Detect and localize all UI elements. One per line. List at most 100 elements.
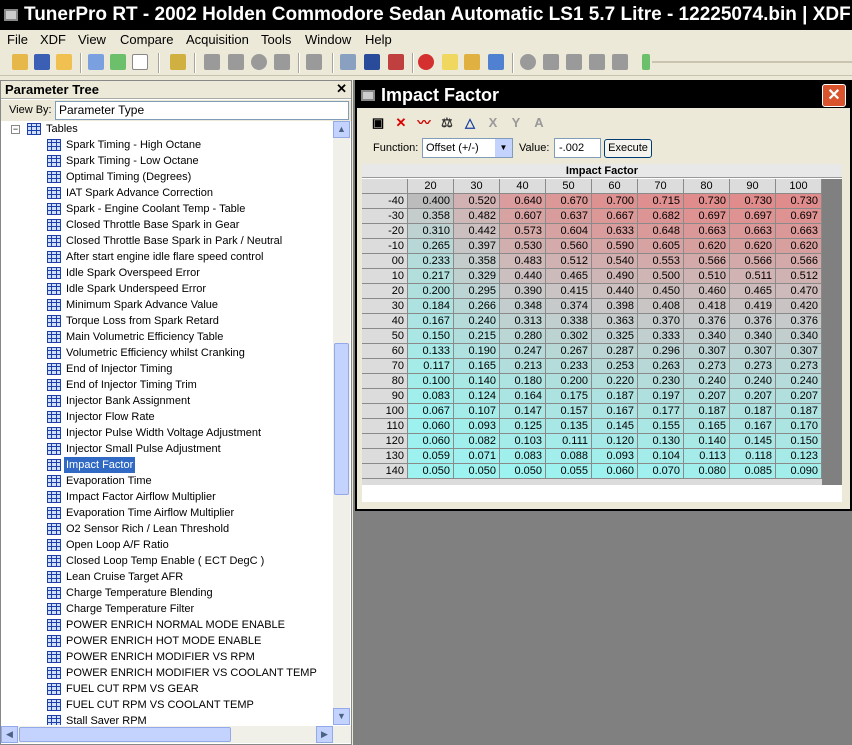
- table-cell[interactable]: 0.177: [638, 404, 684, 419]
- tree-root-tables[interactable]: − Tables: [3, 121, 323, 137]
- tree-item[interactable]: Lean Cruise Target AFR: [3, 569, 323, 585]
- table-cell[interactable]: 0.240: [730, 374, 776, 389]
- tree-item[interactable]: Evaporation Time: [3, 473, 323, 489]
- table-cell[interactable]: 0.329: [454, 269, 500, 284]
- table-cell[interactable]: 0.540: [592, 254, 638, 269]
- table-cell[interactable]: 0.450: [638, 284, 684, 299]
- tree-item[interactable]: Idle Spark Underspeed Error: [3, 281, 323, 297]
- table-cell[interactable]: 0.566: [776, 254, 822, 269]
- table-cell[interactable]: 0.697: [730, 209, 776, 224]
- table-cell[interactable]: 0.067: [408, 404, 454, 419]
- table-cell[interactable]: 0.482: [454, 209, 500, 224]
- table-cell[interactable]: 0.220: [592, 374, 638, 389]
- table-cell[interactable]: 0.080: [684, 464, 730, 479]
- copy-icon[interactable]: [274, 54, 290, 70]
- table-cell[interactable]: 0.663: [776, 224, 822, 239]
- save-icon[interactable]: [34, 54, 50, 70]
- table-cell[interactable]: 0.050: [500, 464, 546, 479]
- table-cell[interactable]: 0.325: [592, 329, 638, 344]
- table-cell[interactable]: 0.060: [408, 434, 454, 449]
- cancel-icon[interactable]: ✕: [393, 115, 409, 131]
- table-cell[interactable]: 0.358: [408, 209, 454, 224]
- table-cell[interactable]: 0.566: [730, 254, 776, 269]
- tree-item[interactable]: After start engine idle flare speed cont…: [3, 249, 323, 265]
- close-icon[interactable]: ✕: [336, 82, 347, 95]
- table-cell[interactable]: 0.376: [730, 314, 776, 329]
- table-cell[interactable]: 0.697: [684, 209, 730, 224]
- table-cell[interactable]: 0.157: [546, 404, 592, 419]
- table-cell[interactable]: 0.313: [500, 314, 546, 329]
- down-arrow-icon[interactable]: [228, 54, 244, 70]
- table-cell[interactable]: 0.520: [454, 194, 500, 209]
- table-cell[interactable]: 0.296: [638, 344, 684, 359]
- table-cell[interactable]: 0.165: [454, 359, 500, 374]
- table-cell[interactable]: 0.376: [684, 314, 730, 329]
- menu-acquisition[interactable]: Acquisition: [186, 32, 249, 47]
- tree-item[interactable]: Closed Throttle Base Spark in Park / Neu…: [3, 233, 323, 249]
- play-icon[interactable]: [543, 54, 559, 70]
- table-cell[interactable]: 0.490: [592, 269, 638, 284]
- table-cell[interactable]: 0.400: [408, 194, 454, 209]
- menu-view[interactable]: View: [78, 32, 106, 47]
- table-cell[interactable]: 0.085: [730, 464, 776, 479]
- table-cell[interactable]: 0.363: [592, 314, 638, 329]
- table-cell[interactable]: 0.060: [592, 464, 638, 479]
- table-cell[interactable]: 0.055: [546, 464, 592, 479]
- table-cell[interactable]: 0.217: [408, 269, 454, 284]
- scroll-down-icon[interactable]: ▼: [333, 708, 350, 725]
- open-icon[interactable]: [12, 54, 28, 70]
- table-cell[interactable]: 0.418: [684, 299, 730, 314]
- table-cell[interactable]: 0.266: [454, 299, 500, 314]
- function-select[interactable]: Offset (+/-) ▼: [422, 138, 513, 158]
- table-cell[interactable]: 0.207: [776, 389, 822, 404]
- z-axis-icon[interactable]: A: [531, 115, 547, 131]
- table-cell[interactable]: 0.123: [776, 449, 822, 464]
- chevron-down-icon[interactable]: ▼: [495, 139, 512, 157]
- chart-icon[interactable]: [488, 54, 504, 70]
- table-cell[interactable]: 0.633: [592, 224, 638, 239]
- tree-item[interactable]: IAT Spark Advance Correction: [3, 185, 323, 201]
- table-cell[interactable]: 0.082: [454, 434, 500, 449]
- menu-tools[interactable]: Tools: [261, 32, 291, 47]
- tree-item[interactable]: Spark Timing - Low Octane: [3, 153, 323, 169]
- table-cell[interactable]: 0.512: [546, 254, 592, 269]
- table-cell[interactable]: 0.295: [454, 284, 500, 299]
- table-cell[interactable]: 0.483: [500, 254, 546, 269]
- table-cell[interactable]: 0.150: [776, 434, 822, 449]
- table-cell[interactable]: 0.133: [408, 344, 454, 359]
- table-cell[interactable]: 0.213: [500, 359, 546, 374]
- y-axis-icon[interactable]: Y: [508, 115, 524, 131]
- hscroll-thumb[interactable]: [19, 727, 231, 742]
- table-cell[interactable]: 0.670: [546, 194, 592, 209]
- table-cell[interactable]: 0.640: [500, 194, 546, 209]
- slider-track[interactable]: [652, 61, 852, 63]
- table-cell[interactable]: 0.415: [546, 284, 592, 299]
- table-cell[interactable]: 0.215: [454, 329, 500, 344]
- execute-button[interactable]: Execute: [604, 139, 652, 158]
- chip-reader-icon[interactable]: [464, 54, 480, 70]
- table-cell[interactable]: 0.273: [684, 359, 730, 374]
- tree-item[interactable]: Charge Temperature Filter: [3, 601, 323, 617]
- table-cell[interactable]: 0.370: [638, 314, 684, 329]
- tree-item[interactable]: O2 Sensor Rich / Lean Threshold: [3, 521, 323, 537]
- table-cell[interactable]: 0.648: [638, 224, 684, 239]
- table-cell[interactable]: 0.164: [500, 389, 546, 404]
- swap-icon[interactable]: [364, 54, 380, 70]
- table-cell[interactable]: 0.100: [408, 374, 454, 389]
- table-cell[interactable]: 0.233: [408, 254, 454, 269]
- table-cell[interactable]: 0.500: [638, 269, 684, 284]
- tree-item[interactable]: Impact Factor Airflow Multiplier: [3, 489, 323, 505]
- table-cell[interactable]: 0.604: [546, 224, 592, 239]
- table-cell[interactable]: 0.140: [454, 374, 500, 389]
- table-cell[interactable]: 0.715: [638, 194, 684, 209]
- table-cell[interactable]: 0.512: [776, 269, 822, 284]
- table-cell[interactable]: 0.124: [454, 389, 500, 404]
- window-close-button[interactable]: ✕: [822, 84, 846, 107]
- table-cell[interactable]: 0.165: [684, 419, 730, 434]
- eject-icon[interactable]: [612, 54, 628, 70]
- pause-icon[interactable]: [566, 54, 582, 70]
- tree-item[interactable]: Spark - Engine Coolant Temp - Table: [3, 201, 323, 217]
- table-cell[interactable]: 0.397: [454, 239, 500, 254]
- tree-item[interactable]: POWER ENRICH MODIFIER VS COOLANT TEMP: [3, 665, 323, 681]
- table-cell[interactable]: 0.663: [730, 224, 776, 239]
